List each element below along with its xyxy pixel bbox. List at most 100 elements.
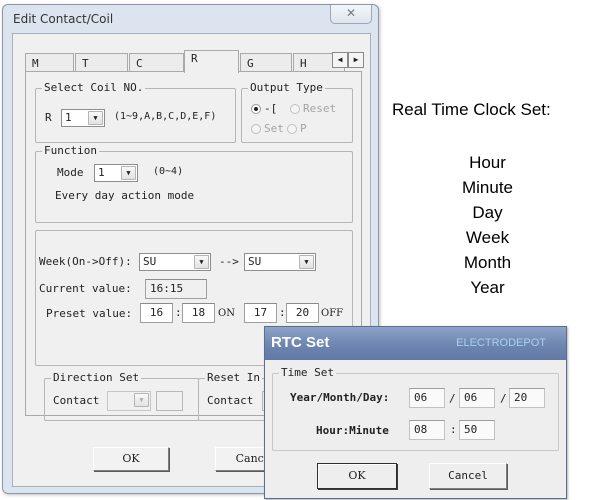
annotation-item: Year xyxy=(470,278,505,297)
month-input[interactable]: 06 xyxy=(459,388,495,408)
direction-set-box: Direction Set Contact ▼ xyxy=(44,371,199,421)
close-button[interactable]: ✕ xyxy=(330,5,372,24)
output-type-p-radio[interactable] xyxy=(287,124,297,134)
week-arrow-label: --> xyxy=(219,255,239,268)
current-value-field: 16:15 xyxy=(145,279,207,299)
mode-range-hint: (0~4) xyxy=(153,166,184,177)
output-type-p-label: P xyxy=(300,122,307,135)
chevron-down-icon[interactable]: ▼ xyxy=(194,255,209,269)
direction-contact-select[interactable]: ▼ xyxy=(107,391,151,411)
tab-c[interactable]: C xyxy=(129,53,184,72)
output-type-set-label: Set xyxy=(264,122,284,135)
preset-off-minute-value: 20 xyxy=(295,306,310,319)
annotation-item: Week xyxy=(465,228,510,247)
chevron-down-icon[interactable]: ▼ xyxy=(121,166,136,180)
time-label: Hour:Minute xyxy=(316,424,389,437)
output-type-coil-radio[interactable] xyxy=(251,104,261,114)
output-type-reset-label: Reset xyxy=(303,102,337,115)
time-separator: : xyxy=(279,306,286,319)
group-label: Direction Set xyxy=(51,371,142,384)
on-label: ON xyxy=(218,308,235,319)
function-group: Function Mode 1 ▼ (0~4) Every day action… xyxy=(35,144,353,223)
direction-contact-label: Contact xyxy=(53,394,100,407)
time-separator: : xyxy=(450,423,457,436)
brand-watermark: ELECTRODEPOT xyxy=(456,337,546,349)
tab-g[interactable]: G xyxy=(240,53,292,72)
group-label: Time Set xyxy=(279,366,336,379)
preset-on-minute-value: 18 xyxy=(191,306,206,319)
annotation-list: Hour Minute Day Week Month Year xyxy=(380,150,595,300)
date-separator: / xyxy=(449,392,456,405)
tab-label: T xyxy=(82,57,89,70)
output-type-reset-radio[interactable] xyxy=(290,104,300,114)
off-label: OFF xyxy=(321,308,344,319)
week-on-select[interactable]: SU ▼ xyxy=(139,253,211,271)
preset-off-hour-input[interactable]: 17 xyxy=(244,303,277,323)
group-label: Function xyxy=(42,144,99,157)
year-value: 06 xyxy=(414,391,428,404)
coil-number-select[interactable]: 1 ▼ xyxy=(61,109,105,127)
time-separator: : xyxy=(175,306,182,319)
mode-value: 1 xyxy=(98,166,105,179)
tab-label: R xyxy=(191,52,198,65)
rtc-title: RTC Set xyxy=(271,334,330,351)
preset-off-hour-value: 17 xyxy=(253,306,268,319)
direction-contact-field[interactable] xyxy=(156,391,183,411)
week-on-value: SU xyxy=(143,255,157,268)
hour-input[interactable]: 08 xyxy=(409,420,445,440)
mode-label: Mode xyxy=(57,166,84,179)
arrow-right-icon: ▶ xyxy=(353,55,359,64)
month-value: 06 xyxy=(464,391,478,404)
chevron-down-icon[interactable]: ▼ xyxy=(299,255,314,269)
output-type-group: Output Type -[ Reset Set P xyxy=(241,81,353,143)
annotation-title: Real Time Clock Set: xyxy=(392,100,551,119)
group-label: Reset In xyxy=(205,371,262,384)
window-title: Edit Contact/Coil xyxy=(13,12,114,26)
annotation-item: Minute xyxy=(461,178,514,197)
date-separator: / xyxy=(500,392,507,405)
preset-on-hour-value: 16 xyxy=(149,306,164,319)
chevron-down-icon[interactable]: ▼ xyxy=(88,111,103,125)
close-icon: ✕ xyxy=(345,6,357,20)
tab-scroll-left-button[interactable]: ◀ xyxy=(332,52,348,68)
coil-prefix-label: R xyxy=(45,111,52,124)
arrow-left-icon: ◀ xyxy=(337,55,343,64)
tab-scroll-right-button[interactable]: ▶ xyxy=(348,52,364,68)
day-input[interactable]: 20 xyxy=(509,388,545,408)
year-input[interactable]: 06 xyxy=(409,388,445,408)
tab-label: H xyxy=(300,57,307,70)
mode-select[interactable]: 1 ▼ xyxy=(94,164,138,182)
tab-label: C xyxy=(136,57,143,70)
hour-value: 08 xyxy=(414,423,428,436)
preset-off-minute-input[interactable]: 20 xyxy=(286,303,319,323)
annotation-item: Day xyxy=(472,203,503,222)
output-type-set-radio[interactable] xyxy=(251,124,261,134)
week-label: Week(On->Off): xyxy=(39,255,132,268)
chevron-down-icon[interactable]: ▼ xyxy=(134,393,149,407)
tab-t[interactable]: T xyxy=(75,53,128,72)
week-off-select[interactable]: SU ▼ xyxy=(244,253,316,271)
minute-value: 50 xyxy=(464,423,478,436)
tab-label: M xyxy=(32,57,39,70)
coil-number-value: 1 xyxy=(65,111,72,124)
preset-on-minute-input[interactable]: 18 xyxy=(182,303,215,323)
tab-m[interactable]: M xyxy=(25,53,74,72)
select-coil-group: Select Coil NO. R 1 ▼ (1~9,A,B,C,D,E,F) xyxy=(35,81,236,143)
rtc-set-dialog: RTC Set ELECTRODEPOT Time Set Year/Month… xyxy=(264,326,567,499)
week-off-value: SU xyxy=(248,255,262,268)
tab-r[interactable]: R xyxy=(184,50,239,73)
ok-button[interactable]: OK xyxy=(93,447,169,471)
mode-description: Every day action mode xyxy=(55,189,195,202)
time-set-group: Time Set Year/Month/Day: 06 / 06 / 20 Ho… xyxy=(272,366,559,451)
minute-input[interactable]: 50 xyxy=(459,420,495,440)
rtc-title-bar[interactable]: RTC Set ELECTRODEPOT xyxy=(265,327,566,360)
rtc-cancel-button[interactable]: Cancel xyxy=(429,463,507,489)
output-type-coil-label: -[ xyxy=(264,102,278,115)
tab-label: G xyxy=(247,57,254,70)
rtc-ok-button[interactable]: OK xyxy=(317,463,397,489)
day-value: 20 xyxy=(514,391,528,404)
current-value-label: Current value: xyxy=(39,282,132,295)
preset-on-hour-input[interactable]: 16 xyxy=(140,303,173,323)
current-value: 16:15 xyxy=(150,282,184,295)
annotation-item: Hour xyxy=(469,153,506,172)
